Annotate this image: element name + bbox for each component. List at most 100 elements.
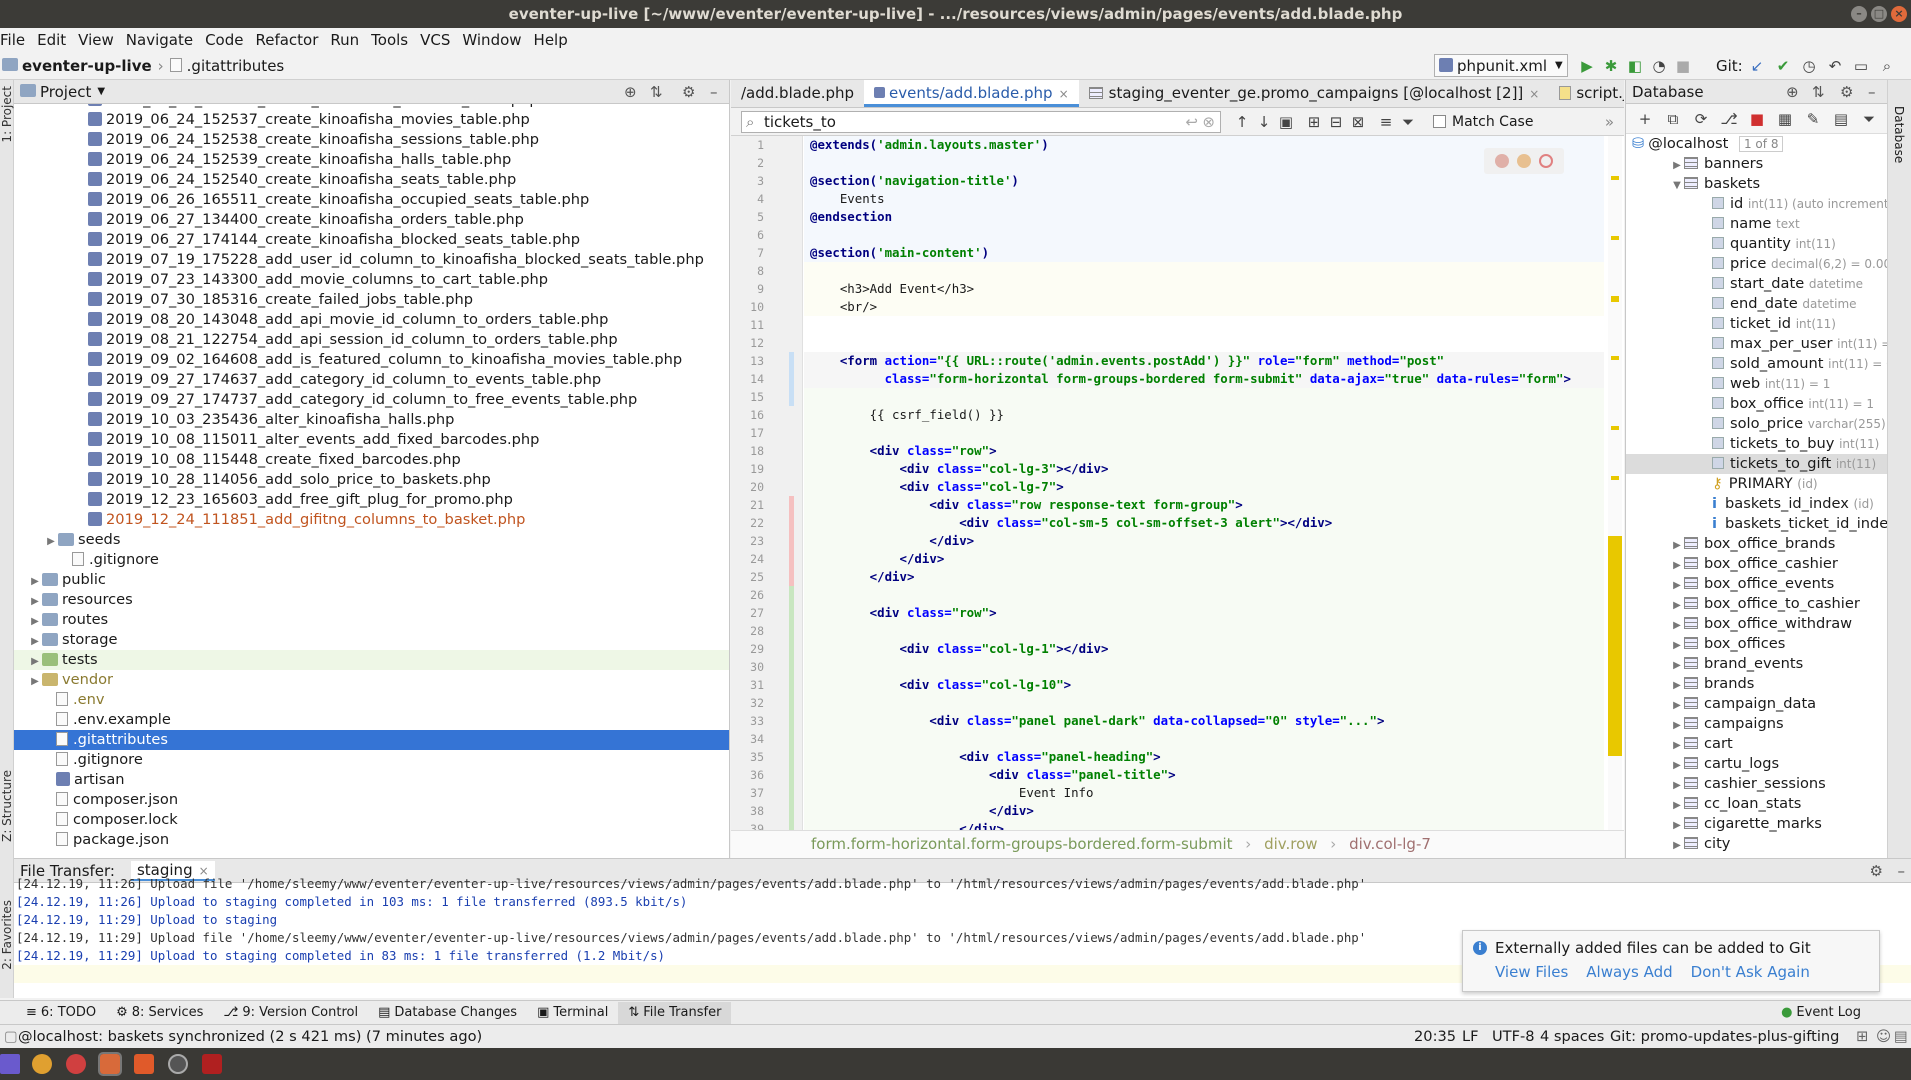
- scroll-thumb[interactable]: [1608, 536, 1622, 756]
- db-key[interactable]: i baskets_id_index (id): [1626, 494, 1888, 514]
- options-icon[interactable]: ≡: [1375, 111, 1397, 133]
- clear-icon[interactable]: ⊗: [1202, 112, 1215, 132]
- code-area[interactable]: @extends('admin.layouts.master') @sectio…: [804, 136, 1604, 838]
- collapse-icon[interactable]: ⇅: [1812, 83, 1825, 101]
- ide-icon[interactable]: [98, 1052, 122, 1076]
- tree-file-migration[interactable]: 2019_10_08_115448_create_fixed_barcodes.…: [14, 450, 729, 470]
- tree-file-env-example[interactable]: .env.example: [14, 710, 729, 730]
- remove-cursor-icon[interactable]: ⊟: [1325, 111, 1347, 133]
- project-title[interactable]: Project: [40, 83, 91, 101]
- tree-file-migration[interactable]: 2019_12_23_165603_add_free_gift_plug_for…: [14, 490, 729, 510]
- add-icon[interactable]: +: [1634, 108, 1656, 130]
- tree-file-migration[interactable]: 2019_10_03_235436_alter_kinoafisha_halls…: [14, 410, 729, 430]
- chevron-right-icon[interactable]: ▶: [1670, 776, 1684, 796]
- line-separator[interactable]: LF: [1462, 1025, 1479, 1048]
- search-input[interactable]: ⌕ tickets_to ↩ ⊗: [741, 110, 1221, 133]
- match-case-label[interactable]: Match Case: [1452, 114, 1533, 130]
- db-table[interactable]: ▶ banners: [1626, 154, 1888, 174]
- previous-occurrence-icon[interactable]: ↑: [1231, 111, 1253, 133]
- indent-setting[interactable]: 4 spaces: [1540, 1025, 1604, 1048]
- db-table[interactable]: ▶ box_office_events: [1626, 574, 1888, 594]
- menu-run[interactable]: Run: [324, 31, 365, 49]
- tree-file-migration[interactable]: 2019_09_02_164608_add_is_featured_column…: [14, 350, 729, 370]
- git-branch[interactable]: Git: promo-updates-plus-gifting: [1610, 1025, 1839, 1048]
- db-table[interactable]: ▶ cigarette_marks: [1626, 814, 1888, 834]
- hide-icon[interactable]: –: [1868, 83, 1876, 101]
- tree-file-env[interactable]: .env: [14, 690, 729, 710]
- maximize-icon[interactable]: □: [1871, 6, 1887, 22]
- breadcrumb-item[interactable]: form.form-horizontal.form-groups-bordere…: [811, 835, 1233, 853]
- db-table[interactable]: ▶ brand_events: [1626, 654, 1888, 674]
- match-case-checkbox[interactable]: [1433, 115, 1446, 128]
- run-icon[interactable]: ▶: [1576, 55, 1598, 77]
- db-column[interactable]: max_per_user int(11) = 1: [1626, 334, 1888, 354]
- close-icon[interactable]: ×: [1891, 6, 1907, 22]
- chevron-right-icon[interactable]: ▶: [1670, 556, 1684, 576]
- menu-view[interactable]: View: [72, 31, 120, 49]
- chevron-right-icon[interactable]: ▶: [1670, 796, 1684, 816]
- db-column[interactable]: ticket_id int(11): [1626, 314, 1888, 334]
- tree-folder-tests[interactable]: ▶ tests: [14, 650, 729, 672]
- collapse-icon[interactable]: ⇅: [650, 83, 663, 101]
- coverage-icon[interactable]: ◧: [1624, 55, 1646, 77]
- tree-folder-routes[interactable]: ▶ routes: [14, 610, 729, 632]
- console-icon[interactable]: ▤: [1830, 108, 1852, 130]
- minimize-icon[interactable]: –: [1851, 6, 1867, 22]
- db-column[interactable]: start_date datetime: [1626, 274, 1888, 294]
- chevron-right-icon[interactable]: ▶: [1670, 696, 1684, 716]
- tree-file-migration[interactable]: 2019_06_27_134400_create_kinoafisha_orde…: [14, 210, 729, 230]
- db-column[interactable]: end_date datetime: [1626, 294, 1888, 314]
- db-column[interactable]: solo_price varchar(255): [1626, 414, 1888, 434]
- add-cursor-icon[interactable]: ⊞: [1303, 111, 1325, 133]
- gear-icon[interactable]: ⚙: [1840, 83, 1853, 101]
- services-tab[interactable]: ⚙ 8: Services: [106, 1005, 213, 1020]
- tree-file-new-migration[interactable]: 2019_12_24_111851_add_gifitng_columns_to…: [14, 510, 729, 530]
- menu-code[interactable]: Code: [199, 31, 249, 49]
- tree-file-migration[interactable]: 2019_07_30_185316_create_failed_jobs_tab…: [14, 290, 729, 310]
- chevron-right-icon[interactable]: ▶: [1670, 656, 1684, 676]
- chevron-right-icon[interactable]: ▶: [1670, 676, 1684, 696]
- menu-navigate[interactable]: Navigate: [120, 31, 199, 49]
- history-icon[interactable]: ↩: [1185, 112, 1198, 132]
- chevron-right-icon[interactable]: ▶: [28, 652, 42, 672]
- select-next-icon[interactable]: ⊠: [1347, 111, 1369, 133]
- inspector-icon[interactable]: ☺: [1876, 1025, 1891, 1048]
- chevron-right-icon[interactable]: ▶: [1670, 836, 1684, 856]
- db-table[interactable]: ▶ box_office_cashier: [1626, 554, 1888, 574]
- tree-file-migration[interactable]: 2019_06_24_152537_create_kinoafisha_movi…: [14, 110, 729, 130]
- db-column[interactable]: name text: [1626, 214, 1888, 234]
- tree-file-package-json[interactable]: package.json: [14, 830, 729, 850]
- view-files-link[interactable]: View Files: [1495, 963, 1568, 981]
- tree-file-migration[interactable]: 2019_10_28_114056_add_solo_price_to_bask…: [14, 470, 729, 490]
- tree-file-db-gitignore[interactable]: .gitignore: [14, 550, 729, 570]
- db-column[interactable]: web int(11) = 1: [1626, 374, 1888, 394]
- terminal-tab[interactable]: ▣ Terminal: [527, 1005, 618, 1020]
- refresh-icon[interactable]: ⟳: [1690, 108, 1712, 130]
- version-control-tab[interactable]: ⎇ 9: Version Control: [213, 1005, 368, 1020]
- chrome-icon[interactable]: [1495, 154, 1509, 168]
- tree-file-migration[interactable]: 2019_10_08_115011_alter_events_add_fixed…: [14, 430, 729, 450]
- software-center-icon[interactable]: [134, 1054, 154, 1074]
- chevron-right-icon[interactable]: ▶: [28, 592, 42, 612]
- copy-icon[interactable]: ⧉: [1662, 108, 1684, 130]
- tab-add-blade[interactable]: /add.blade.php: [731, 80, 864, 107]
- tree-file-gitattributes[interactable]: .gitattributes: [14, 730, 729, 750]
- chevron-right-icon[interactable]: ▶: [1670, 716, 1684, 736]
- db-table[interactable]: ▶ box_office_withdraw: [1626, 614, 1888, 634]
- edit-icon[interactable]: ✎: [1802, 108, 1824, 130]
- chevron-right-icon[interactable]: ▶: [1670, 816, 1684, 836]
- stop-icon[interactable]: ■: [1746, 108, 1768, 130]
- db-table[interactable]: ▶ cc_loan_stats: [1626, 794, 1888, 814]
- history-icon[interactable]: ◷: [1798, 55, 1820, 77]
- panel-toggle-icon[interactable]: ▢: [4, 1025, 18, 1048]
- tree-file-migration[interactable]: 2019_06_24_152539_create_kinoafisha_hall…: [14, 150, 729, 170]
- nav-file[interactable]: .gitattributes: [187, 57, 285, 75]
- chevron-right-icon[interactable]: ▶: [28, 612, 42, 632]
- lock-icon[interactable]: ⊞: [1856, 1025, 1868, 1048]
- next-occurrence-icon[interactable]: ↓: [1253, 111, 1275, 133]
- stop-icon[interactable]: ■: [1672, 55, 1694, 77]
- chevron-right-icon[interactable]: ▶: [28, 572, 42, 592]
- table-view-icon[interactable]: ▦: [1774, 108, 1796, 130]
- chevron-down-icon[interactable]: ▼: [97, 86, 105, 97]
- db-key[interactable]: i baskets_ticket_id_index: [1626, 514, 1888, 534]
